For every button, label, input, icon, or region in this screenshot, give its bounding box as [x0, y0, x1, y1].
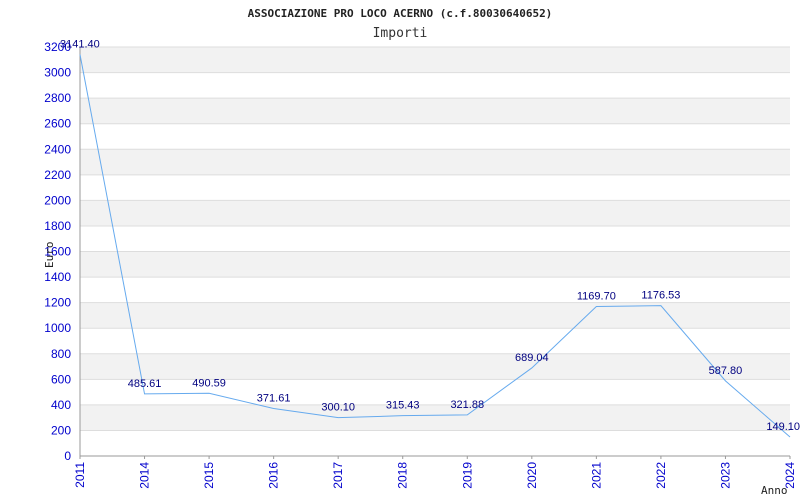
- x-tick-label: 2018: [396, 462, 410, 489]
- y-tick-label: 200: [51, 423, 71, 437]
- data-label: 587.80: [709, 365, 743, 377]
- data-label: 321.88: [450, 399, 484, 411]
- data-label: 485.61: [128, 378, 162, 390]
- x-tick-label: 2017: [331, 462, 345, 489]
- data-label: 300.10: [321, 402, 355, 414]
- grid-band: [80, 302, 790, 329]
- y-axis-label: Euro: [43, 242, 56, 269]
- y-tick-label: 2400: [44, 142, 71, 156]
- y-tick-label: 2800: [44, 91, 71, 105]
- x-tick-label: 2016: [267, 462, 281, 489]
- x-tick-label: 2011: [73, 462, 87, 488]
- y-tick-label: 1400: [44, 270, 71, 284]
- grid-band: [80, 200, 790, 226]
- y-tick-label: 1000: [44, 321, 71, 335]
- x-tick-labels: 2011 2014 2015 2016 2017 2018 2019 2020 2021 2022…: [73, 462, 797, 489]
- y-tick-label: 600: [51, 372, 71, 386]
- x-tick-label: 2020: [525, 462, 539, 489]
- y-tick-label: 800: [51, 347, 71, 361]
- data-label: 149.10: [766, 421, 800, 433]
- chart-title: ASSOCIAZIONE PRO LOCO ACERNO (c.f.800306…: [248, 7, 553, 20]
- y-tick-label: 1200: [44, 296, 71, 310]
- x-tick-label: 2021: [589, 462, 603, 489]
- x-tick-label: 2015: [202, 462, 216, 489]
- data-label: 1169.70: [577, 290, 616, 302]
- chart-subtitle: Importi: [373, 26, 428, 41]
- data-label: 689.04: [515, 352, 549, 364]
- grid-band: [80, 251, 790, 278]
- y-tick-label: 2000: [44, 193, 71, 207]
- data-label: 490.59: [192, 377, 226, 389]
- grid-band: [80, 353, 790, 380]
- line-chart: 0200400600800100012001400160018002000220…: [43, 7, 800, 497]
- y-tick-label: 2600: [44, 117, 71, 131]
- data-label: 315.43: [386, 400, 420, 412]
- data-label: 371.61: [257, 393, 291, 405]
- y-tick-label: 0: [64, 449, 71, 463]
- data-label: 1176.53: [641, 290, 680, 302]
- y-tick-label: 1800: [44, 219, 71, 233]
- grid-band: [80, 404, 790, 431]
- x-tick-label: 2019: [460, 462, 474, 489]
- x-tick-label: 2022: [654, 462, 668, 489]
- x-axis-label: Anno: [761, 484, 788, 497]
- x-tick-label: 2023: [718, 462, 732, 489]
- grid-band: [80, 98, 790, 124]
- x-tick-label: 2014: [138, 462, 152, 489]
- grid-band: [80, 149, 790, 175]
- grid-band: [80, 47, 790, 73]
- y-tick-label: 400: [51, 398, 71, 412]
- y-tick-label: 2200: [44, 168, 71, 182]
- data-label: 3141.40: [60, 38, 100, 50]
- y-tick-label: 3000: [44, 66, 71, 80]
